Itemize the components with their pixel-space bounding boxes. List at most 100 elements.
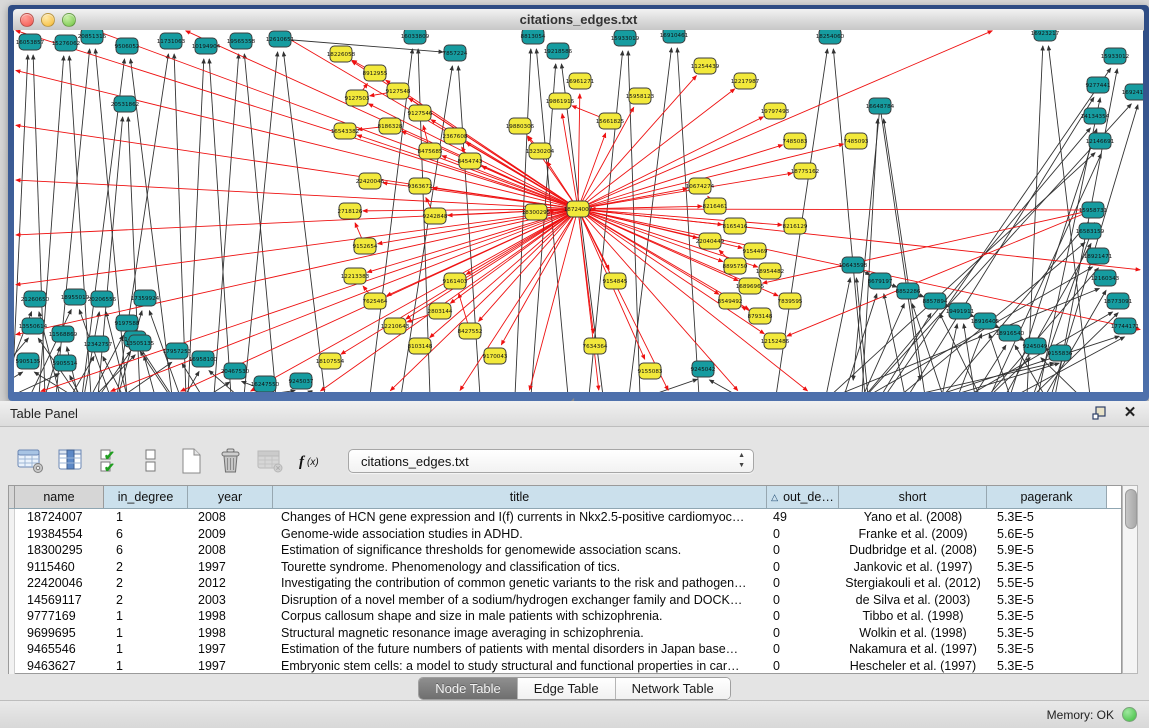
table-row[interactable]: 1872400712008Changes of HCN gene express…: [9, 509, 1121, 526]
cell-short[interactable]: Franke et al. (2009): [839, 526, 987, 543]
cell-in_degree[interactable]: 2: [104, 575, 188, 592]
close-panel-icon[interactable]: ✕: [1121, 404, 1139, 422]
cell-pagerank[interactable]: 5.5E-5: [987, 575, 1107, 592]
cell-short[interactable]: Nakamura et al. (1997): [839, 641, 987, 658]
cell-pagerank[interactable]: 5.3E-5: [987, 559, 1107, 576]
cell-pagerank[interactable]: 5.3E-5: [987, 509, 1107, 526]
column-header-out_de[interactable]: △out_de…: [767, 486, 839, 508]
cell-name[interactable]: 9777169: [15, 608, 104, 625]
cell-pagerank[interactable]: 5.3E-5: [987, 658, 1107, 675]
table-row[interactable]: 977716911998Corpus callosum shape and si…: [9, 608, 1121, 625]
cell-in_degree[interactable]: 1: [104, 658, 188, 675]
cell-in_degree[interactable]: 1: [104, 509, 188, 526]
tab-network-table[interactable]: Network Table: [616, 678, 730, 699]
float-panel-icon[interactable]: [1091, 404, 1109, 422]
delete-column-icon[interactable]: [214, 444, 248, 478]
cell-out_de[interactable]: 0: [767, 658, 839, 675]
function-builder-icon[interactable]: f(x): [294, 444, 328, 478]
cell-name[interactable]: 9465546: [15, 641, 104, 658]
create-new-column-icon[interactable]: [174, 444, 208, 478]
table-row[interactable]: 1830029562008Estimation of significance …: [9, 542, 1121, 559]
cell-name[interactable]: 9463627: [15, 658, 104, 675]
cell-in_degree[interactable]: 6: [104, 526, 188, 543]
cell-year[interactable]: 2008: [188, 542, 273, 559]
column-header-year[interactable]: year: [188, 486, 273, 508]
tab-node-table[interactable]: Node Table: [419, 678, 518, 699]
table-selector-dropdown[interactable]: citations_edges.txt▲▼: [348, 449, 754, 473]
network-graph[interactable]: 1605385715276062208513169506052117310631…: [14, 30, 1143, 392]
column-header-in_degree[interactable]: in_degree: [104, 486, 188, 508]
cell-name[interactable]: 18300295: [15, 542, 104, 559]
table-row[interactable]: 1456911722003Disruption of a novel membe…: [9, 592, 1121, 609]
cell-name[interactable]: 14569117: [15, 592, 104, 609]
cell-title[interactable]: Disruption of a novel member of a sodium…: [273, 592, 767, 609]
cell-short[interactable]: Hescheler et al. (1997): [839, 658, 987, 675]
table-row[interactable]: 2242004622012Investigating the contribut…: [9, 575, 1121, 592]
cell-out_de[interactable]: 0: [767, 575, 839, 592]
cell-short[interactable]: Dudbridge et al. (2008): [839, 542, 987, 559]
table-row[interactable]: 969969511998Structural magnetic resonanc…: [9, 625, 1121, 642]
cell-out_de[interactable]: 0: [767, 625, 839, 642]
cell-year[interactable]: 2012: [188, 575, 273, 592]
cell-out_de[interactable]: 0: [767, 608, 839, 625]
cell-short[interactable]: Wolkin et al. (1998): [839, 625, 987, 642]
cell-in_degree[interactable]: 1: [104, 641, 188, 658]
show-columns-icon[interactable]: [54, 444, 88, 478]
cell-title[interactable]: Estimation of the future numbers of pati…: [273, 641, 767, 658]
cell-out_de[interactable]: 0: [767, 526, 839, 543]
cell-short[interactable]: Tibbo et al. (1998): [839, 608, 987, 625]
cell-year[interactable]: 1997: [188, 559, 273, 576]
window-titlebar[interactable]: citations_edges.txt: [13, 9, 1144, 31]
cell-title[interactable]: Tourette syndrome. Phenomenology and cla…: [273, 559, 767, 576]
cell-title[interactable]: Investigating the contribution of common…: [273, 575, 767, 592]
cell-year[interactable]: 2009: [188, 526, 273, 543]
cell-title[interactable]: Changes of HCN gene expression and I(f) …: [273, 509, 767, 526]
cell-pagerank[interactable]: 5.3E-5: [987, 625, 1107, 642]
network-canvas[interactable]: 1605385715276062208513169506052117310631…: [14, 30, 1143, 392]
cell-short[interactable]: de Silva et al. (2003): [839, 592, 987, 609]
table-mode-settings-icon[interactable]: [14, 444, 48, 478]
cell-pagerank[interactable]: 5.3E-5: [987, 641, 1107, 658]
delete-table-icon-disabled[interactable]: [254, 444, 288, 478]
cell-out_de[interactable]: 0: [767, 559, 839, 576]
cell-title[interactable]: Estimation of significance thresholds fo…: [273, 542, 767, 559]
cell-short[interactable]: Stergiakouli et al. (2012): [839, 575, 987, 592]
cell-name[interactable]: 18724007: [15, 509, 104, 526]
cell-title[interactable]: Embryonic stem cells: a model to study s…: [273, 658, 767, 675]
cell-title[interactable]: Genome-wide association studies in ADHD.: [273, 526, 767, 543]
column-header-name[interactable]: name: [15, 486, 104, 508]
cell-out_de[interactable]: 49: [767, 509, 839, 526]
cell-title[interactable]: Structural magnetic resonance image aver…: [273, 625, 767, 642]
cell-year[interactable]: 1997: [188, 658, 273, 675]
table-row[interactable]: 946554611997Estimation of the future num…: [9, 641, 1121, 658]
cell-pagerank[interactable]: 5.3E-5: [987, 592, 1107, 609]
table-row[interactable]: 1938455462009Genome-wide association stu…: [9, 526, 1121, 543]
scrollbar-thumb[interactable]: [1125, 489, 1137, 529]
cell-name[interactable]: 19384554: [15, 526, 104, 543]
cell-name[interactable]: 22420046: [15, 575, 104, 592]
column-header-short[interactable]: short: [839, 486, 987, 508]
cell-in_degree[interactable]: 2: [104, 559, 188, 576]
column-header-pagerank[interactable]: pagerank: [987, 486, 1107, 508]
cell-in_degree[interactable]: 1: [104, 625, 188, 642]
cell-year[interactable]: 2003: [188, 592, 273, 609]
table-row[interactable]: 946362711997Embryonic stem cells: a mode…: [9, 658, 1121, 675]
cell-out_de[interactable]: 0: [767, 592, 839, 609]
table-row[interactable]: 911546021997Tourette syndrome. Phenomeno…: [9, 559, 1121, 576]
cell-year[interactable]: 2008: [188, 509, 273, 526]
cell-in_degree[interactable]: 1: [104, 608, 188, 625]
cell-pagerank[interactable]: 5.6E-5: [987, 526, 1107, 543]
cell-in_degree[interactable]: 6: [104, 542, 188, 559]
cell-year[interactable]: 1998: [188, 608, 273, 625]
cell-year[interactable]: 1998: [188, 625, 273, 642]
cell-name[interactable]: 9699695: [15, 625, 104, 642]
cell-short[interactable]: Yano et al. (2008): [839, 509, 987, 526]
cell-year[interactable]: 1997: [188, 641, 273, 658]
cell-title[interactable]: Corpus callosum shape and size in male p…: [273, 608, 767, 625]
tab-edge-table[interactable]: Edge Table: [518, 678, 616, 699]
vertical-scrollbar[interactable]: [1122, 485, 1138, 674]
cell-short[interactable]: Jankovic et al. (1997): [839, 559, 987, 576]
cell-pagerank[interactable]: 5.3E-5: [987, 608, 1107, 625]
unselect-all-columns-icon[interactable]: [134, 444, 168, 478]
column-header-title[interactable]: title: [273, 486, 767, 508]
